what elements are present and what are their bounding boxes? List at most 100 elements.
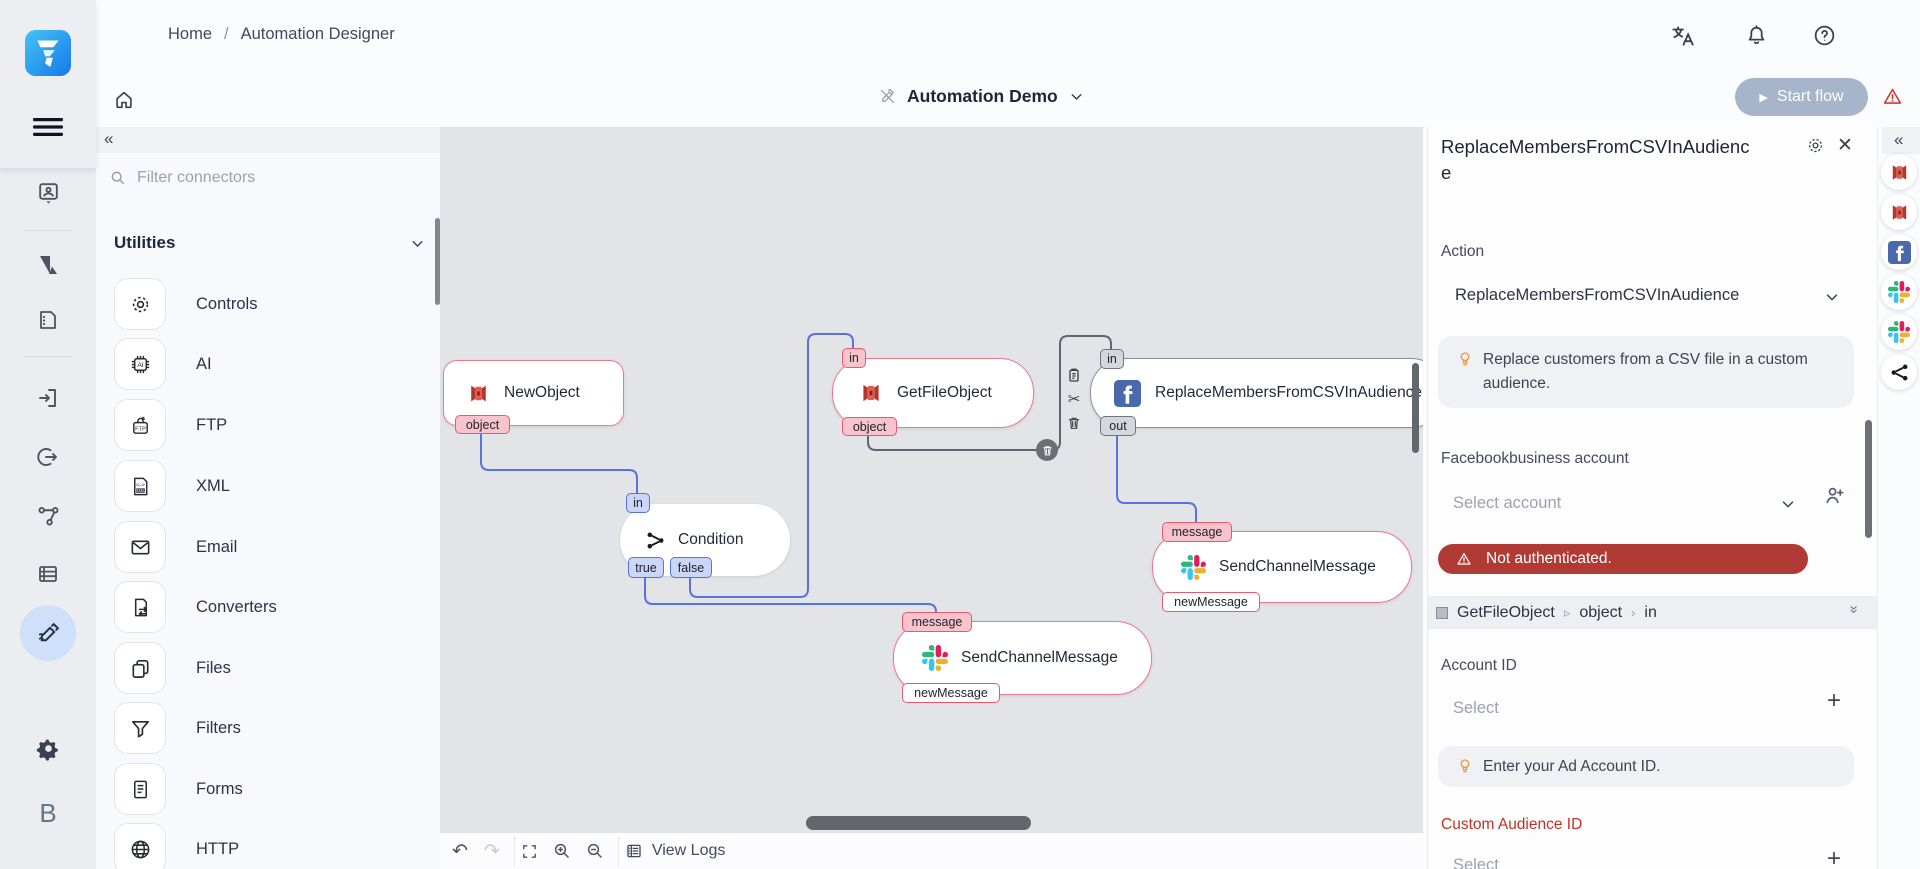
canvas-horizontal-scrollbar[interactable]	[806, 816, 1031, 830]
port-in[interactable]: in	[1100, 349, 1124, 369]
delete-node-trash-icon[interactable]	[1066, 415, 1082, 431]
sidebar-item-ai[interactable]: AI AI	[114, 338, 434, 390]
port-in[interactable]: in	[626, 493, 650, 513]
zoom-out-icon[interactable]	[586, 842, 604, 860]
main-menu-hamburger-icon[interactable]	[26, 105, 70, 149]
sidebar-item-email[interactable]: Email	[114, 521, 434, 573]
collapse-binding-double-chevron-icon[interactable]: «	[1845, 605, 1862, 613]
redbox-connector-icon[interactable]	[1881, 194, 1917, 230]
port-in[interactable]: in	[842, 348, 866, 368]
breadcrumb-home-link[interactable]: Home	[168, 25, 212, 44]
action-chevron-down-icon[interactable]	[1823, 288, 1841, 306]
port-message[interactable]: message	[902, 612, 972, 632]
port-out[interactable]: out	[1100, 416, 1136, 436]
app-logo[interactable]	[25, 30, 71, 76]
slack-icon	[1181, 555, 1206, 580]
account-id-hint-text: Enter your Ad Account ID.	[1483, 755, 1835, 779]
designer-flag-icon[interactable]	[26, 243, 70, 287]
copy-clipboard-icon[interactable]	[1066, 367, 1082, 383]
flow-canvas[interactable]: NewObject object Condition in true false…	[440, 127, 1423, 833]
funnel-icon	[114, 702, 166, 754]
slack-icon	[922, 645, 948, 671]
sidebar-item-filters[interactable]: Filters	[114, 702, 434, 754]
utilities-section-header[interactable]: Utilities	[114, 233, 426, 253]
login-icon[interactable]	[26, 376, 70, 420]
sidebar-item-ftp[interactable]: FTP FTP	[114, 399, 434, 451]
sidebar-item-label: Converters	[196, 598, 277, 617]
sidebar-item-controls[interactable]: Controls	[114, 278, 434, 330]
sidebar-item-forms[interactable]: Forms	[114, 763, 434, 815]
section-chevron-down-icon[interactable]	[409, 235, 426, 252]
action-hint-box: Replace customers from a CSV file in a c…	[1438, 336, 1854, 408]
settings-gear-icon[interactable]	[26, 726, 70, 770]
custom-audience-add-icon[interactable]: +	[1827, 845, 1841, 869]
translate-icon[interactable]	[1670, 23, 1696, 49]
node-label: ReplaceMembersFromCSVInAudience	[1155, 384, 1422, 402]
data-table-icon[interactable]	[26, 552, 70, 596]
flow-title-group: Automation Demo	[878, 86, 1085, 107]
account-id-select[interactable]: Select	[1453, 699, 1499, 718]
fb-account-chevron-down-icon[interactable]	[1779, 495, 1797, 513]
contact-card-icon[interactable]	[26, 170, 70, 214]
globe-icon	[114, 823, 166, 869]
node-replacemembers[interactable]: ReplaceMembersFromCSVInAudience	[1090, 358, 1423, 428]
slack-icon[interactable]	[1881, 314, 1917, 350]
undo-icon[interactable]: ↶	[452, 840, 468, 863]
logout-icon[interactable]	[26, 435, 70, 479]
redo-icon[interactable]: ↷	[484, 840, 500, 863]
account-id-add-icon[interactable]: +	[1827, 687, 1841, 715]
node-settings-gear-icon[interactable]	[1806, 136, 1825, 155]
panel-collapse-icon[interactable]: «	[1894, 130, 1903, 150]
port-binding-row[interactable]: GetFileObject ▹ object › in «	[1428, 596, 1878, 629]
port-object[interactable]: object	[842, 417, 897, 436]
panel-scrollbar-thumb[interactable]	[1865, 420, 1872, 538]
workflow-nodes-icon[interactable]	[26, 494, 70, 538]
sidebar-item-converters[interactable]: Converters	[114, 581, 434, 633]
flow-title-chevron-down-icon[interactable]	[1068, 88, 1085, 105]
play-icon: ▶	[1759, 91, 1767, 104]
sidebar-item-xml[interactable]: <-> XML XML	[114, 460, 434, 512]
search-input[interactable]	[135, 168, 389, 188]
ai-chip-icon: AI	[114, 338, 166, 390]
toolbar-divider	[514, 836, 515, 866]
close-icon[interactable]: ✕	[1837, 134, 1853, 157]
edit-pencil-icon[interactable]	[26, 611, 70, 655]
sidebar-item-http[interactable]: HTTP	[114, 823, 434, 869]
flow-error-warning-icon[interactable]	[1882, 86, 1903, 107]
sidebar-item-files[interactable]: Files	[114, 642, 434, 694]
delete-edge-trash-icon[interactable]	[1036, 439, 1058, 461]
redbox-connector-icon[interactable]	[1881, 154, 1917, 190]
redbox-connector-icon	[858, 380, 884, 406]
port-newmessage[interactable]: newMessage	[902, 683, 1000, 703]
help-icon[interactable]	[1812, 23, 1837, 48]
custom-audience-select[interactable]: Select	[1453, 856, 1499, 869]
home-icon[interactable]	[113, 89, 135, 111]
add-account-person-add-icon[interactable]	[1823, 484, 1846, 507]
lightbulb-icon	[1456, 757, 1474, 775]
facebook-icon[interactable]	[1881, 234, 1917, 270]
port-true[interactable]: true	[628, 557, 664, 578]
node-label: SendChannelMessage	[961, 649, 1118, 667]
start-flow-button[interactable]: ▶ Start flow	[1735, 78, 1868, 116]
port-newmessage[interactable]: newMessage	[1162, 592, 1260, 612]
xml-file-icon: <-> XML	[114, 460, 166, 512]
share-icon[interactable]	[1881, 354, 1917, 390]
fit-view-icon[interactable]	[521, 843, 538, 860]
cut-scissors-icon[interactable]: ✂	[1068, 390, 1081, 408]
slack-icon[interactable]	[1881, 274, 1917, 310]
sidebar-collapse-icon[interactable]: «	[104, 129, 113, 149]
action-select[interactable]: ReplaceMembersFromCSVInAudience	[1455, 286, 1739, 305]
view-logs-icon[interactable]	[625, 842, 643, 860]
fb-account-select[interactable]: Select account	[1453, 494, 1561, 513]
user-avatar[interactable]: B	[0, 798, 96, 829]
notes-file-icon[interactable]	[26, 298, 70, 342]
notifications-bell-icon[interactable]	[1744, 23, 1769, 48]
zoom-in-icon[interactable]	[553, 842, 571, 860]
canvas-vertical-scrollbar[interactable]	[1412, 363, 1419, 453]
port-message[interactable]: message	[1162, 522, 1232, 542]
node-settings-panel: ReplaceMembersFromCSVInAudience ✕ Action…	[1427, 127, 1878, 869]
port-object[interactable]: object	[455, 415, 510, 434]
view-logs-label[interactable]: View Logs	[652, 842, 726, 860]
flow-title: Automation Demo	[907, 86, 1058, 107]
port-false[interactable]: false	[670, 557, 712, 578]
